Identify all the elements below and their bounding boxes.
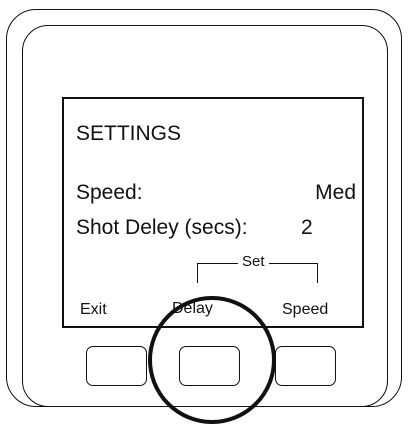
softkey-label-exit: Exit bbox=[80, 301, 107, 318]
softkey-label-delay: Delay bbox=[172, 300, 213, 317]
screen-title: SETTINGS bbox=[76, 122, 182, 145]
speed-label: Speed: bbox=[76, 181, 143, 204]
set-group-label: Set bbox=[238, 254, 269, 269]
lcd-screen: SETTINGS Speed: Med Shot Deley (secs): 2… bbox=[62, 97, 364, 328]
delay-button[interactable] bbox=[179, 346, 240, 386]
exit-button[interactable] bbox=[86, 346, 147, 386]
softkey-label-speed: Speed bbox=[282, 301, 329, 318]
shot-delay-label: Shot Deley (secs): bbox=[76, 216, 248, 239]
speed-value: Med bbox=[315, 181, 356, 204]
speed-button[interactable] bbox=[275, 346, 336, 386]
shot-delay-value: 2 bbox=[301, 216, 313, 239]
